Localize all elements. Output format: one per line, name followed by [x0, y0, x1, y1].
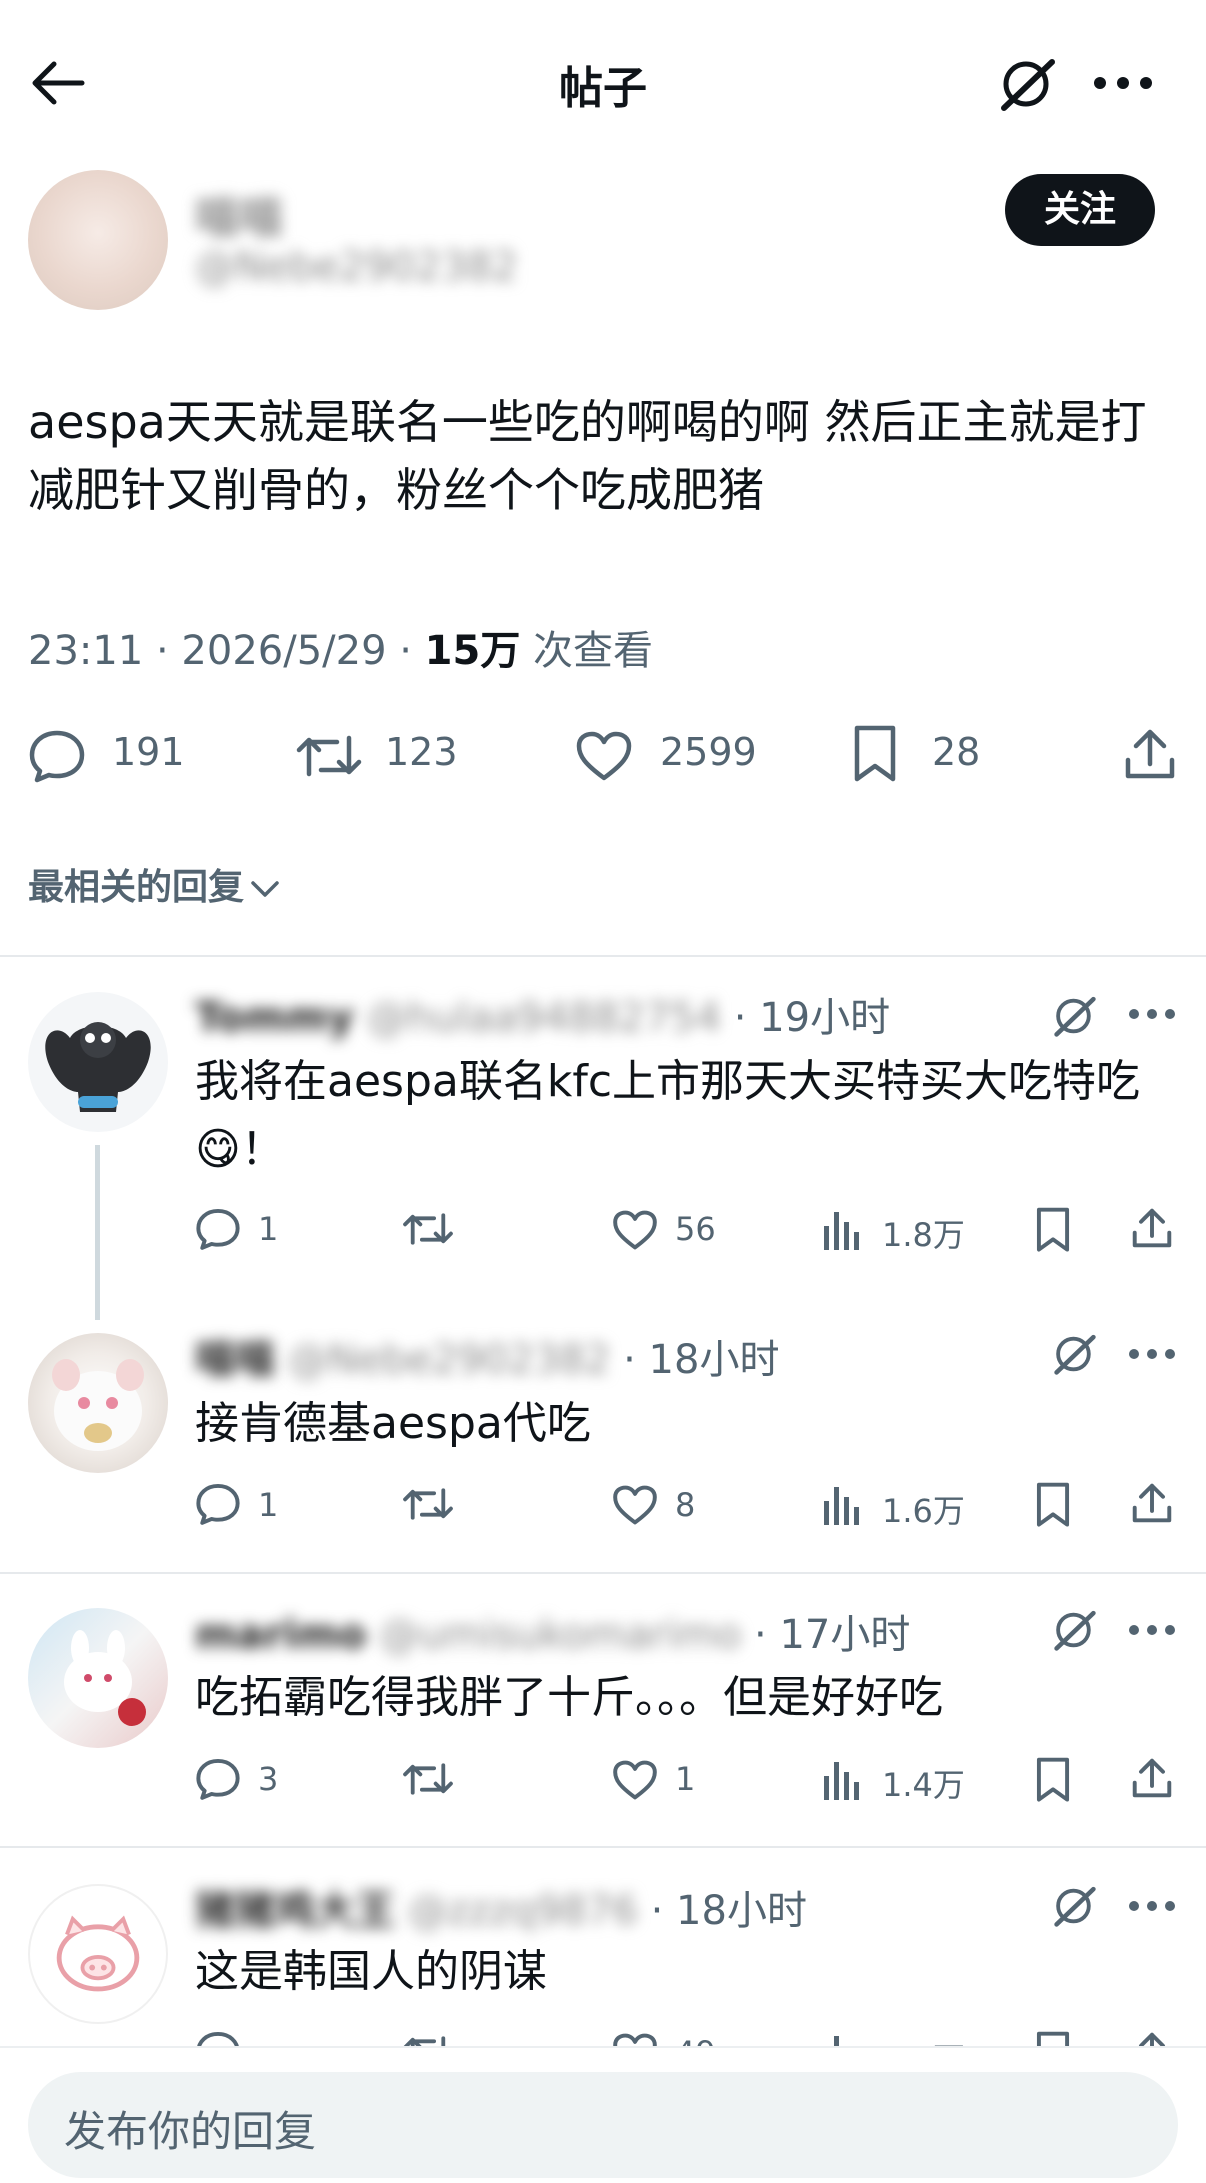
chevron-down-icon — [250, 879, 280, 899]
reply-author: 喵喵 @Nebe2902382 · 18小时 — [195, 1327, 779, 1385]
view-count: 1.4万 — [882, 1766, 965, 1804]
share-icon[interactable] — [1122, 726, 1178, 782]
author-handle: @Nebe2902382 — [195, 244, 518, 290]
grok-icon[interactable] — [998, 56, 1058, 112]
avatar-image — [56, 1915, 140, 1992]
reply-text: 我将在aespa联名kfc上市那天大买特买大吃特吃😋！ — [195, 1056, 1141, 1175]
post-text: aespa天天就是联名一些吃的啊喝的啊 然后正主就是打减肥针又削骨的，粉丝个个吃… — [28, 395, 1147, 517]
top-bar: 帖子 — [0, 0, 1206, 160]
author-name[interactable]: 喵喵 — [195, 182, 283, 246]
repost-count: 123 — [385, 730, 458, 774]
reply-avatar[interactable] — [28, 1333, 168, 1473]
reply-author-name[interactable]: 猪猪鸡大王 — [195, 1888, 395, 1934]
view-label: 次查看 — [520, 628, 654, 674]
reply-count: 191 — [112, 730, 185, 774]
reply-time: · 18小时 — [650, 1888, 807, 1934]
reply-text: 吃拓霸吃得我胖了十斤。。。但是好好吃 — [195, 1672, 943, 1723]
repost-icon[interactable] — [402, 1484, 454, 1524]
more-icon[interactable] — [1128, 1008, 1176, 1020]
grok-icon[interactable] — [1052, 1608, 1098, 1652]
repost-icon[interactable] — [402, 1759, 454, 1799]
reply-author-handle: @Nebe2902382 — [287, 1337, 611, 1383]
post-meta: 23:11 · 2026/5/29 · 15万 次查看 — [28, 618, 653, 676]
like-icon[interactable] — [612, 1484, 658, 1526]
reply-avatar[interactable] — [28, 1608, 168, 1748]
reply-author-name[interactable]: marimo — [195, 1612, 366, 1658]
views-icon[interactable] — [822, 1758, 862, 1800]
follow-button[interactable]: 关注 — [1005, 174, 1155, 246]
like-count: 2599 — [660, 730, 757, 774]
reply-avatar[interactable] — [28, 992, 168, 1132]
reply-author-handle: @zzzq9876 — [407, 1888, 638, 1934]
post-time: 23:11 · 2026/5/29 · — [28, 628, 425, 674]
reply-count: 1 — [258, 1486, 279, 1524]
reply-icon[interactable] — [195, 1757, 241, 1801]
repost-icon[interactable] — [295, 730, 363, 782]
like-icon[interactable] — [612, 1759, 658, 1801]
reply-author: Tommy @hulaa94882754 · 19小时 — [195, 985, 890, 1043]
like-count: 56 — [675, 1210, 716, 1248]
share-icon[interactable] — [1130, 1756, 1174, 1800]
reply-text: 这是韩国人的阴谋 — [195, 1946, 547, 1997]
reply-time: · 19小时 — [733, 995, 891, 1041]
thread-line — [95, 1145, 100, 1320]
like-count: 1 — [675, 1760, 696, 1798]
divider — [0, 1846, 1206, 1848]
grok-icon[interactable] — [1052, 1884, 1098, 1928]
reply-author-handle: @umisukomarimo — [379, 1612, 742, 1658]
divider — [0, 1572, 1206, 1574]
views-icon[interactable] — [822, 1483, 862, 1525]
sort-dropdown[interactable]: 最相关的回复 — [28, 858, 280, 910]
reply-author-handle: @hulaa94882754 — [366, 995, 722, 1041]
view-count: 1.8万 — [882, 1216, 965, 1254]
divider — [0, 955, 1206, 957]
bookmark-icon[interactable] — [1035, 1756, 1071, 1804]
bookmark-icon[interactable] — [1035, 1206, 1071, 1254]
bookmark-icon[interactable] — [1035, 1481, 1071, 1529]
reply-author: 猪猪鸡大王 @zzzq9876 · 18小时 — [195, 1878, 807, 1936]
more-icon[interactable] — [1128, 1624, 1176, 1636]
reply-time: · 17小时 — [754, 1612, 911, 1658]
reply-icon[interactable] — [195, 1207, 241, 1251]
reply-input-placeholder: 发布你的回复 — [64, 2107, 317, 2156]
bookmark-icon[interactable] — [852, 724, 898, 784]
like-icon[interactable] — [575, 730, 633, 782]
reply-count: 1 — [258, 1210, 279, 1248]
view-count: 1.6万 — [882, 1492, 965, 1530]
avatar-image — [64, 1630, 146, 1726]
reply-avatar[interactable] — [28, 1884, 168, 2024]
views-icon[interactable] — [822, 1208, 862, 1250]
reply-author-name[interactable]: Tommy — [195, 995, 354, 1041]
reply-text: 接肯德基aespa代吃 — [195, 1398, 591, 1449]
more-icon[interactable] — [1128, 1900, 1176, 1912]
more-icon[interactable] — [1093, 76, 1153, 90]
bookmark-count: 28 — [932, 730, 981, 774]
view-count: 15万 — [424, 628, 521, 674]
avatar-image — [52, 1359, 144, 1451]
repost-icon[interactable] — [402, 1209, 454, 1249]
reply-icon[interactable] — [195, 1482, 241, 1526]
sort-label: 最相关的回复 — [28, 867, 245, 908]
grok-icon[interactable] — [1052, 1332, 1098, 1376]
reply-icon[interactable] — [28, 728, 86, 784]
more-icon[interactable] — [1128, 1348, 1176, 1360]
reply-author-name[interactable]: 喵喵 — [195, 1337, 275, 1383]
reply-count: 3 — [258, 1760, 279, 1798]
like-icon[interactable] — [612, 1209, 658, 1251]
reply-author: marimo @umisukomarimo · 17小时 — [195, 1602, 910, 1660]
share-icon[interactable] — [1130, 1481, 1174, 1525]
author-avatar[interactable] — [28, 170, 168, 310]
share-icon[interactable] — [1130, 1206, 1174, 1250]
avatar-image — [45, 1022, 151, 1112]
reply-time: · 18小时 — [623, 1337, 780, 1383]
grok-icon[interactable] — [1052, 994, 1098, 1038]
like-count: 8 — [675, 1486, 696, 1524]
